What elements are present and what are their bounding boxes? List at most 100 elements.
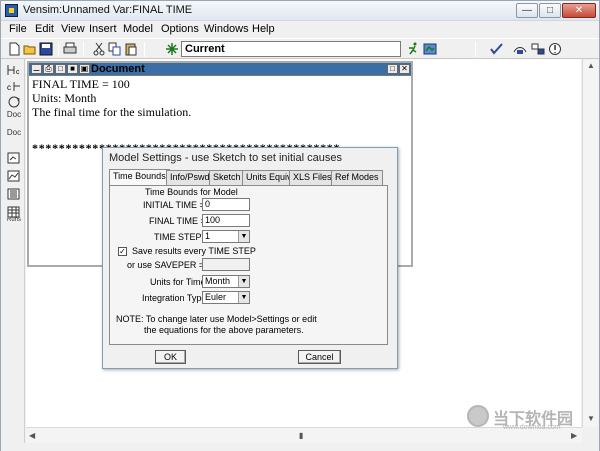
loops-icon[interactable] <box>6 95 22 110</box>
menu-options[interactable]: Options <box>161 23 199 35</box>
document-tool[interactable]: Doc <box>6 111 22 126</box>
menu-bar: File Edit View Insert Model Options Wind… <box>1 21 599 38</box>
cut-icon[interactable] <box>92 42 106 56</box>
copy-icon[interactable] <box>108 42 122 56</box>
watermark: 当下软件园 www.downxia.com <box>467 404 592 431</box>
scroll-left-icon[interactable]: ◀ <box>29 431 35 440</box>
watermark-logo-icon <box>467 405 489 427</box>
doc-minimize-icon[interactable]: □ <box>387 64 398 74</box>
document-all-tool[interactable]: Doc <box>6 129 22 144</box>
runs-compare-tool[interactable]: Runs <box>6 217 22 232</box>
toolbar-separator <box>83 42 84 57</box>
causal-tracing-icon[interactable] <box>548 42 562 56</box>
units-for-time-label: Units for Time <box>150 277 206 287</box>
causes-tree-icon[interactable]: c <box>6 63 22 78</box>
doc-menu-icon[interactable]: ⚊ <box>31 64 42 74</box>
document-title: Document <box>91 63 145 75</box>
set-control-icon[interactable] <box>513 42 527 56</box>
doc-lock-icon[interactable]: ▣ <box>79 64 90 74</box>
note-line-1: NOTE: To change later use Model>Settings… <box>116 314 317 324</box>
menu-file[interactable]: File <box>9 23 27 35</box>
new-file-icon[interactable] <box>7 42 21 56</box>
tab-time-bounds[interactable]: Time Bounds <box>109 169 170 185</box>
menu-view[interactable]: View <box>61 23 85 35</box>
integration-type-label: Integration Type <box>142 293 207 303</box>
scroll-up-icon[interactable]: ▲ <box>587 61 595 70</box>
menu-windows[interactable]: Windows <box>204 23 249 35</box>
doc-copy-icon[interactable]: □ <box>55 64 66 74</box>
set-variable-icon[interactable] <box>165 42 179 56</box>
integration-type-value: Euler <box>205 292 227 302</box>
open-folder-icon[interactable] <box>23 42 37 56</box>
time-step-value: 1 <box>205 231 211 241</box>
watermark-url: www.downxia.com <box>503 424 561 431</box>
final-time-input[interactable]: 100 <box>202 214 250 227</box>
time-step-label: TIME STEP = <box>154 232 210 242</box>
toolbar-separator <box>144 42 145 57</box>
chevron-down-icon[interactable]: ▼ <box>238 231 249 242</box>
note-line-2: the equations for the above parameters. <box>144 325 304 335</box>
time-bounds-panel: Time Bounds for Model INITIAL TIME = 0 F… <box>109 185 388 345</box>
check-model-icon[interactable] <box>489 42 503 56</box>
status-bar <box>1 443 599 451</box>
chevron-down-icon[interactable]: ▼ <box>238 292 249 303</box>
units-line: Units: Month <box>32 91 97 105</box>
saveper-input[interactable] <box>202 258 250 271</box>
toolbar: Current <box>1 38 599 59</box>
print-icon[interactable] <box>63 42 77 56</box>
vensim-app-icon <box>5 4 18 17</box>
integration-type-select[interactable]: Euler ▼ <box>202 291 250 304</box>
document-title-bar: ⚊ ⎙ □ ■ ▣ Document □ ✕ <box>29 63 411 76</box>
current-variable-field[interactable]: Current <box>181 41 401 57</box>
close-button[interactable]: ✕ <box>562 3 596 18</box>
tab-units-equiv[interactable]: Units Equiv <box>242 170 296 185</box>
menu-insert[interactable]: Insert <box>89 23 117 35</box>
ok-button[interactable]: OK <box>155 350 186 364</box>
units-for-time-select[interactable]: Month ▼ <box>202 275 250 288</box>
doc-close-icon[interactable]: ✕ <box>399 64 410 74</box>
model-settings-dialog: Model Settings - use Sketch to set initi… <box>102 147 398 369</box>
equation-line: FINAL TIME = 100 <box>32 77 130 91</box>
save-icon[interactable] <box>39 42 53 56</box>
initial-time-label: INITIAL TIME = <box>143 200 205 210</box>
scroll-right-icon[interactable]: ▶ <box>571 431 577 440</box>
save-results-checkbox[interactable]: ✓ <box>118 247 127 256</box>
units-for-time-value: Month <box>205 276 231 286</box>
scroll-thumb-icon[interactable]: ▮ <box>299 431 303 440</box>
dashboard-icon[interactable] <box>531 42 545 56</box>
window-title: Vensim:Unnamed Var:FINAL TIME <box>23 4 193 16</box>
save-results-label: Save results every TIME STEP <box>132 246 256 256</box>
tab-info-pswd[interactable]: Info/Pswd <box>166 170 214 185</box>
maximize-button[interactable]: □ <box>539 3 561 18</box>
causes-strip-icon[interactable] <box>6 151 22 166</box>
doc-save-icon[interactable]: ■ <box>67 64 78 74</box>
graph-icon[interactable] <box>6 169 22 184</box>
menu-help[interactable]: Help <box>252 23 275 35</box>
bar-graph-icon[interactable] <box>6 187 22 202</box>
toolbar-separator <box>58 42 59 57</box>
doc-print-icon[interactable]: ⎙ <box>43 64 54 74</box>
initial-time-input[interactable]: 0 <box>202 198 250 211</box>
analysis-tool-sidebar: c c Doc Doc Runs <box>1 59 25 451</box>
toolbar-separator <box>475 42 476 57</box>
final-time-label: FINAL TIME = <box>149 216 206 226</box>
simulate-run-icon[interactable] <box>407 42 421 56</box>
minimize-button[interactable]: — <box>516 3 538 18</box>
title-bar: Vensim:Unnamed Var:FINAL TIME — □ ✕ <box>1 1 599 21</box>
comment-line: The final time for the simulation. <box>32 105 192 119</box>
tab-sketch[interactable]: Sketch <box>209 170 245 185</box>
chevron-down-icon[interactable]: ▼ <box>238 276 249 287</box>
time-step-select[interactable]: 1 ▼ <box>202 230 250 243</box>
tab-xls-files[interactable]: XLS Files <box>289 170 336 185</box>
tab-ref-modes[interactable]: Ref Modes <box>331 170 383 185</box>
uses-tree-icon[interactable]: c <box>6 79 22 94</box>
app-window: Vensim:Unnamed Var:FINAL TIME — □ ✕ File… <box>0 0 600 451</box>
menu-edit[interactable]: Edit <box>35 23 54 35</box>
vertical-scrollbar[interactable]: ▲ ▼ <box>582 59 598 427</box>
saveper-label: or use SAVEPER = <box>127 260 205 270</box>
synthesim-icon[interactable] <box>423 42 437 56</box>
dialog-title: Model Settings - use Sketch to set initi… <box>109 152 342 164</box>
cancel-button[interactable]: Cancel <box>298 350 341 364</box>
paste-icon[interactable] <box>124 42 138 56</box>
menu-model[interactable]: Model <box>123 23 153 35</box>
